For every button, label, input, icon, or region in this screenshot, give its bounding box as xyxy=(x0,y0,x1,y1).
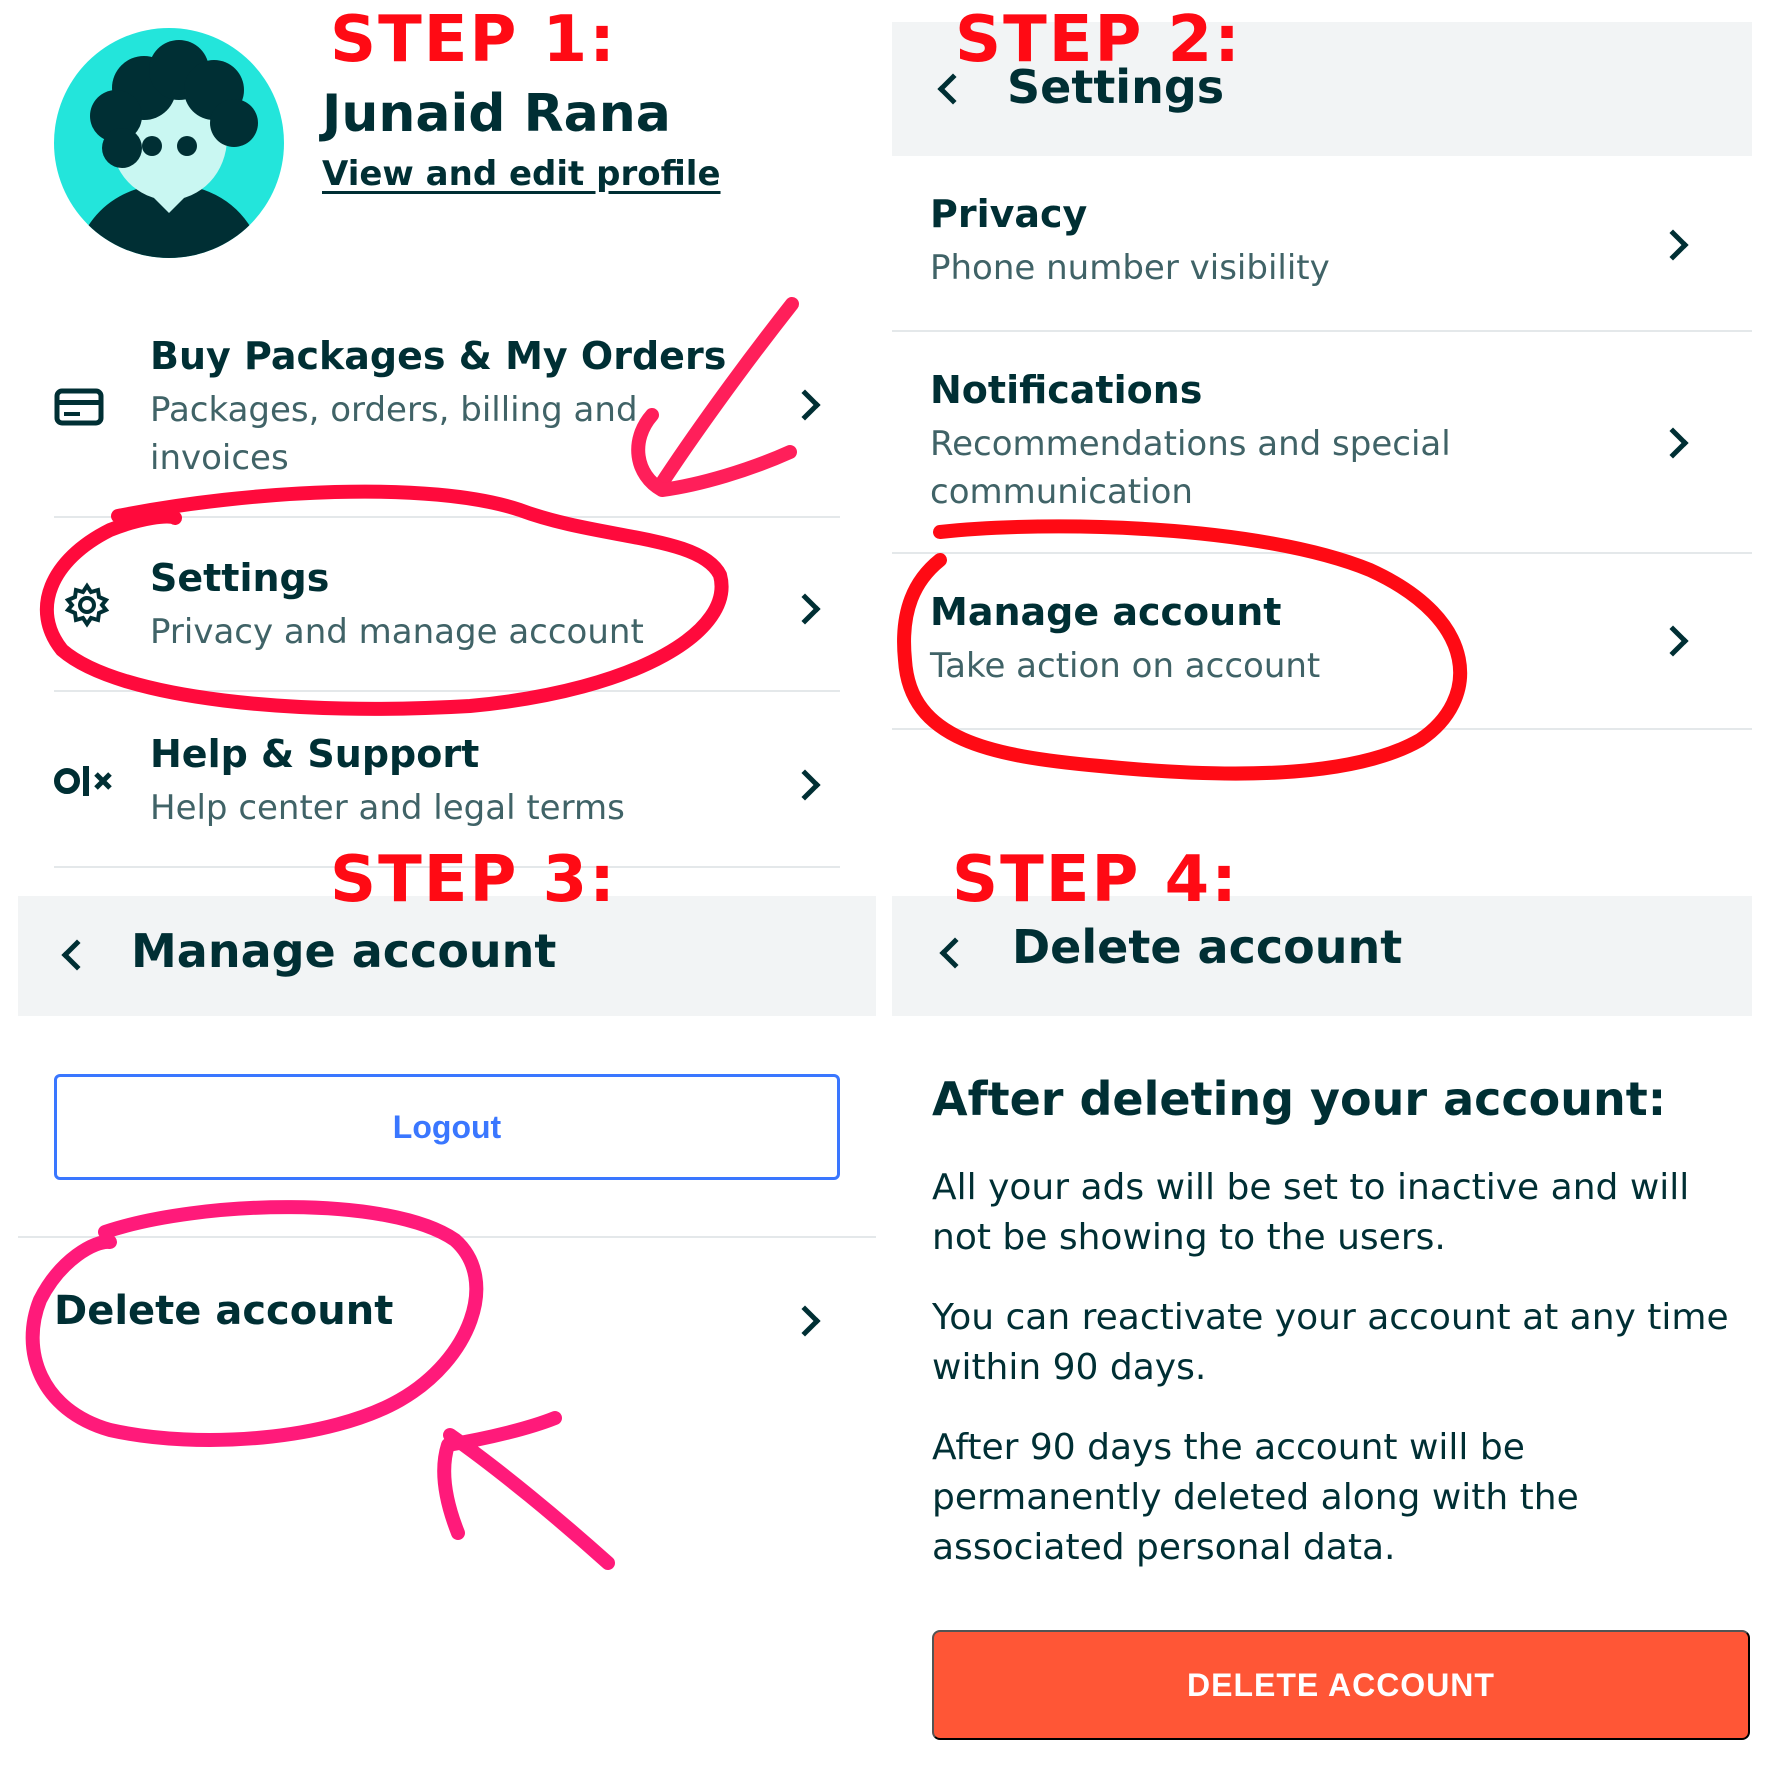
delete-account-item[interactable]: Delete account xyxy=(54,1270,840,1360)
view-edit-profile-link[interactable]: View and edit profile xyxy=(322,154,721,194)
menu-item-help-support[interactable]: Help & Support Help center and legal ter… xyxy=(54,728,840,838)
after-deleting-heading: After deleting your account: xyxy=(932,1072,1667,1126)
settings-item-title: Privacy xyxy=(930,192,1088,236)
profile-name: Junaid Rana xyxy=(322,84,671,144)
back-arrow-icon[interactable] xyxy=(61,939,93,971)
logout-button[interactable]: Logout xyxy=(54,1074,840,1180)
chevron-right-icon xyxy=(1657,427,1689,459)
divider xyxy=(54,516,840,518)
settings-item-manage-account[interactable]: Manage account Take action on account xyxy=(892,590,1752,700)
menu-item-title: Settings xyxy=(150,556,330,600)
chevron-right-icon xyxy=(1657,229,1689,261)
divider xyxy=(54,690,840,692)
info-paragraph: All your ads will be set to inactive and… xyxy=(932,1167,1690,1258)
menu-item-subtitle: Packages, orders, billing and invoices xyxy=(150,390,638,478)
step-1-label: STEP 1: xyxy=(330,3,617,77)
menu-item-title: Help & Support xyxy=(150,732,480,776)
olx-logo-icon xyxy=(54,764,116,802)
annotation-arrow-head xyxy=(437,1411,562,1540)
gear-icon xyxy=(64,582,110,632)
delete-account-label: Delete account xyxy=(54,1288,394,1334)
divider xyxy=(892,330,1752,332)
avatar-illustration xyxy=(54,28,284,258)
step-4-label: STEP 4: xyxy=(952,843,1239,917)
settings-item-subtitle: Phone number visibility xyxy=(930,248,1330,288)
menu-item-buy-packages[interactable]: Buy Packages & My Orders Packages, order… xyxy=(54,330,840,480)
settings-item-privacy[interactable]: Privacy Phone number visibility xyxy=(892,192,1752,322)
chevron-right-icon xyxy=(789,389,821,421)
settings-item-subtitle: Take action on account xyxy=(930,646,1321,686)
divider xyxy=(892,728,1752,730)
settings-item-title: Manage account xyxy=(930,590,1282,634)
chevron-right-icon xyxy=(789,1305,821,1337)
delete-account-title: Delete account xyxy=(1012,920,1403,974)
step-3-label: STEP 3: xyxy=(330,843,617,917)
settings-item-notifications[interactable]: Notifications Recommendations and specia… xyxy=(892,368,1752,518)
back-arrow-icon[interactable] xyxy=(937,73,969,105)
menu-item-subtitle: Help center and legal terms xyxy=(150,788,625,828)
credit-card-icon xyxy=(54,388,104,430)
chevron-right-icon xyxy=(789,593,821,625)
info-paragraph: You can reactivate your account at any t… xyxy=(932,1297,1729,1388)
chevron-right-icon xyxy=(1657,625,1689,657)
settings-item-title: Notifications xyxy=(930,368,1203,412)
menu-item-settings[interactable]: Settings Privacy and manage account xyxy=(54,552,840,662)
manage-account-title: Manage account xyxy=(131,924,557,978)
back-arrow-icon[interactable] xyxy=(939,937,971,969)
delete-account-button[interactable]: DELETE ACCOUNT xyxy=(932,1630,1750,1740)
divider xyxy=(892,552,1752,554)
divider xyxy=(18,1236,876,1238)
menu-item-subtitle: Privacy and manage account xyxy=(150,612,644,652)
step-2-label: STEP 2: xyxy=(955,3,1242,77)
info-paragraph: After 90 days the account will be perman… xyxy=(932,1427,1579,1568)
menu-item-title: Buy Packages & My Orders xyxy=(150,334,727,378)
avatar[interactable] xyxy=(54,28,284,258)
annotation-arrow xyxy=(443,1428,615,1570)
chevron-right-icon xyxy=(789,769,821,801)
settings-item-subtitle: Recommendations and special communicatio… xyxy=(930,424,1451,512)
